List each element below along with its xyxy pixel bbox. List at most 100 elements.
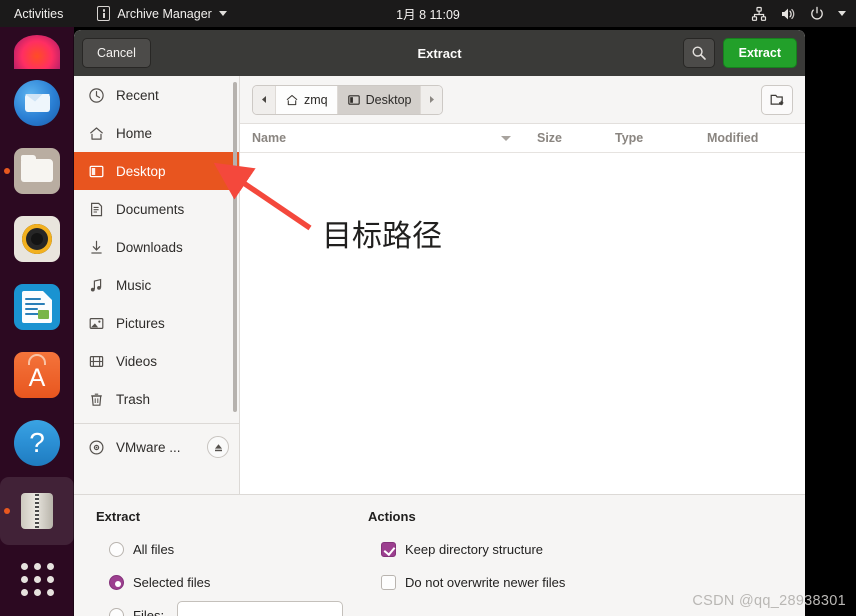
trash-icon [91,393,102,406]
checkbox-label: Do not overwrite newer files [405,575,566,590]
dock-item-rhythmbox[interactable] [0,205,74,273]
rhythmbox-icon [14,216,60,262]
sidebar-item-label: Desktop [116,163,166,179]
column-label: Size [537,131,563,145]
eject-icon [214,443,222,451]
sidebar-item-vmware-device[interactable]: VMware ... [74,428,239,466]
extract-group-title: Extract [96,509,141,524]
sidebar-item-videos[interactable]: Videos [74,342,239,380]
activities-button[interactable]: Activities [0,7,73,21]
desktop-icon [89,165,104,177]
eject-button[interactable] [207,436,229,458]
column-header-type[interactable]: Type [603,124,695,153]
checkbox-row-keep-directory-structure[interactable]: Keep directory structure [368,533,698,566]
desktop-icon [347,94,360,105]
picture-icon [89,317,104,329]
gnome-top-bar: Activities Archive Manager 1月 8 11:09 [0,0,856,27]
file-list-header: Name Size Type Modified [240,124,805,153]
breadcrumb-forward-button[interactable] [420,85,443,114]
clock-icon [89,87,104,103]
actions-group-title: Actions [368,509,416,524]
triangle-right-icon [430,96,435,103]
sidebar-item-label: Home [116,125,153,141]
ubuntu-software-icon: A [14,352,60,398]
thunderbird-icon [14,80,60,126]
column-header-name[interactable]: Name [240,124,525,153]
sidebar-item-home[interactable]: Home [74,114,239,152]
column-label: Type [615,131,644,145]
radio-label: Files: [133,608,165,616]
network-icon [751,6,767,21]
column-label: Name [252,131,287,145]
checkbox-row-do-not-overwrite-newer-files[interactable]: Do not overwrite newer files [368,566,698,599]
breadcrumb: zmq Desktop [252,84,444,115]
search-button[interactable] [682,38,715,68]
show-applications-icon [20,562,54,596]
actions-options-group: Actions Keep directory structure Do not … [368,509,698,616]
dock-item-ubuntu-software[interactable]: A [0,341,74,409]
screen: Activities Archive Manager 1月 8 11:09 A … [0,0,856,616]
checkbox-do-not-overwrite-newer-files[interactable] [381,575,396,590]
sidebar-item-label: Pictures [116,315,165,331]
radio-files[interactable] [109,608,124,616]
app-menu-label: Archive Manager [117,6,212,21]
sidebar-item-trash[interactable]: Trash [74,380,239,418]
chevron-down-icon [218,11,227,16]
radio-selected-files[interactable] [109,575,124,590]
sidebar-item-music[interactable]: Music [74,266,239,304]
show-applications-button[interactable] [0,545,74,613]
watermark: CSDN @qq_28938301 [692,593,846,609]
new-folder-icon [770,94,783,106]
radio-all-files[interactable] [109,542,124,557]
volume-icon [782,8,795,19]
breadcrumb-item-zmq[interactable]: zmq [275,85,337,114]
radio-row-all-files[interactable]: All files [96,533,368,566]
new-folder-button[interactable] [761,84,793,115]
radio-label: Selected files [133,575,211,590]
column-header-size[interactable]: Size [525,124,603,153]
archive-manager-icon [14,488,60,534]
files-pattern-input[interactable] [177,601,344,616]
column-header-modified[interactable]: Modified [695,124,805,153]
search-icon [692,46,706,60]
breadcrumb-item-desktop[interactable]: Desktop [336,85,421,114]
app-menu-button[interactable]: Archive Manager [97,6,227,21]
dock-item-thunderbird[interactable] [0,69,74,137]
dock-item-files[interactable] [0,137,74,205]
annotation-label: 目标路径 [322,219,442,254]
dock-item-archive-manager[interactable] [0,477,74,545]
checkbox-keep-directory-structure[interactable] [381,542,396,557]
home-icon [90,126,103,140]
sidebar-divider [74,423,239,424]
path-bar: zmq Desktop [240,76,805,124]
sort-descending-icon [501,135,511,141]
extract-options-group: Extract All files Selected files Files: [96,509,368,616]
cancel-button[interactable]: Cancel [82,38,151,68]
extract-dialog: Cancel Extract Extract Recent Home Deskt… [74,30,805,616]
radio-row-files[interactable]: Files: [96,599,368,616]
radio-row-selected-files[interactable]: Selected files [96,566,368,599]
sidebar-item-label: Trash [116,391,151,407]
radio-label: All files [133,542,175,557]
libreoffice-icon [14,284,60,330]
music-note-icon [90,278,102,291]
sidebar-item-label: Downloads [116,239,183,255]
system-indicators[interactable] [751,0,846,27]
dock-item-firefox[interactable] [0,27,74,69]
dock-item-libreoffice[interactable] [0,273,74,341]
home-icon [286,94,298,105]
dialog-body: Recent Home Desktop Documents Downloads … [74,76,805,494]
film-icon [89,355,104,367]
disc-icon [89,439,104,455]
dock-item-help[interactable]: ? [0,409,74,477]
firefox-icon [14,35,60,69]
breadcrumb-label: zmq [304,92,328,107]
column-label: Modified [707,131,759,145]
sidebar-item-pictures[interactable]: Pictures [74,304,239,342]
breadcrumb-label: Desktop [365,92,412,107]
breadcrumb-back-button[interactable] [253,85,275,114]
dialog-header-bar: Cancel Extract Extract [74,30,805,76]
sidebar-item-recent[interactable]: Recent [74,76,239,114]
extract-confirm-button[interactable]: Extract [722,38,797,68]
ubuntu-dock: A ? [0,27,74,616]
